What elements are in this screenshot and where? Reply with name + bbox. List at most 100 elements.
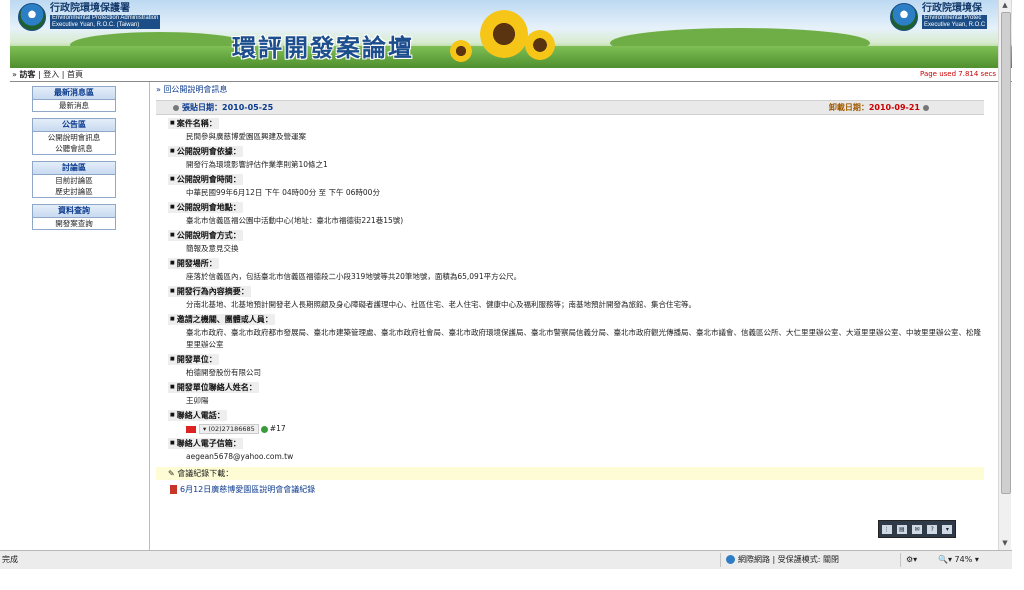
sidebar-item-history-discussion[interactable]: 歷史討論區	[33, 186, 115, 197]
zoom-level[interactable]: 🔍▾ 74% ▾	[938, 551, 979, 569]
browser-status-bar: 完成 網際網路 | 受保護模式: 關閉 ⚙▾ 🔍▾ 74% ▾	[0, 550, 1012, 569]
sidebar-item-project-query[interactable]: 開發案查詢	[33, 218, 115, 229]
pencil-icon: ✎	[168, 469, 175, 478]
vertical-scrollbar[interactable]: ▲ ▼	[998, 0, 1011, 550]
sidebar-section-title: 討論區	[33, 162, 115, 175]
field-value: 王卯陽	[186, 396, 209, 405]
org-name-en-2: Executive Yuan, R.O.C	[922, 22, 988, 29]
field-contact-phone: 聯絡人電話： ▾ (02)27186685 #17	[156, 410, 984, 435]
field-label: 聯絡人電子信箱：	[168, 438, 243, 449]
date-bar: 張貼日期：2010-05-25 卸載日期：2010-09-21	[156, 100, 984, 115]
field-label: 開發行為內容摘要：	[168, 286, 251, 297]
record-download-bar: ✎ 會議紀錄下載：	[156, 467, 984, 480]
post-date: 張貼日期：2010-05-25	[170, 101, 273, 114]
epa-logo-right[interactable]: 行政院環境保 Environmental Protec Executive Yu…	[890, 3, 988, 31]
field-summary: 開發行為內容摘要： 分南北基地、北基地預計開發老人長期照顧及身心障礙者護理中心、…	[156, 286, 984, 311]
sidebar-item-hearing-info[interactable]: 公聽會訊息	[33, 143, 115, 154]
field-label: 公開說明會方式：	[168, 230, 243, 241]
sidebar: 最新消息區 最新消息 公告區 公開說明會訊息 公聽會訊息 討論區 目前討論區 歷…	[32, 86, 116, 236]
field-time: 公開說明會時間： 中華民國99年6月12日 下午 04時00分 至 下午 06時…	[156, 174, 984, 199]
sunflower-image	[450, 40, 472, 62]
back-link-label: 回公開說明會訊息	[163, 85, 228, 94]
scroll-up-icon[interactable]: ▲	[999, 0, 1011, 11]
field-label: 公開說明會地點：	[168, 202, 243, 213]
help-icon[interactable]: ?	[927, 524, 938, 534]
field-location: 公開說明會地點： 臺北市信義區福公園中活動中心(地址：臺北市福德街221巷15號…	[156, 202, 984, 227]
epa-emblem-icon	[890, 3, 918, 31]
record-download-link[interactable]: 6月12日廣慈博愛園區說明會會議紀錄	[156, 484, 984, 496]
page-used-time: Page used 7.814 secs	[920, 70, 996, 78]
field-label: 聯絡人電話：	[168, 410, 227, 421]
phone-extension: #17	[269, 424, 286, 433]
field-value: 座落於信義區內，包括臺北市信義區福德段二小段319地號等共20筆地號，面積為65…	[186, 272, 522, 281]
sidebar-item-latest-news[interactable]: 最新消息	[33, 100, 115, 111]
field-value: ▾ (02)27186685 #17	[186, 423, 984, 435]
sidebar-item-briefing-info[interactable]: 公開說明會訊息	[33, 132, 115, 143]
field-site: 開發場所： 座落於信義區內，包括臺北市信義區福德段二小段319地號等共20筆地號…	[156, 258, 984, 283]
field-contact-name: 開發單位聯絡人姓名： 王卯陽	[156, 382, 984, 407]
main-content: » 回公開說明會訊息 張貼日期：2010-05-25 卸載日期：2010-09-…	[156, 84, 984, 496]
phone-call-icon[interactable]	[260, 425, 268, 433]
field-value: 臺北市信義區福公園中活動中心(地址：臺北市福德街221巷15號)	[186, 216, 404, 225]
field-method: 公開說明會方式： 簡報及意見交換	[156, 230, 984, 255]
epa-logo[interactable]: 行政院環境保護署 Environmental Protection Admini…	[18, 3, 161, 31]
field-value: 簡報及意見交換	[186, 244, 239, 253]
field-value: 中華民國99年6月12日 下午 04時00分 至 下午 06時00分	[186, 188, 380, 197]
sidebar-section-news: 最新消息區 最新消息	[32, 86, 116, 112]
field-label: 開發單位聯絡人姓名：	[168, 382, 259, 393]
sidebar-section-announcements: 公告區 公開說明會訊息 公聽會訊息	[32, 118, 116, 155]
dropdown-icon[interactable]: ▾	[942, 524, 953, 534]
bullet-icon	[173, 104, 179, 111]
print-icon[interactable]: ▤	[896, 524, 907, 534]
sidebar-section-title: 公告區	[33, 119, 115, 132]
sidebar-section-query: 資料查詢 開發案查詢	[32, 204, 116, 230]
floating-toolbar: ⋮ ▤ ✉ ? ▾	[878, 520, 956, 538]
grip-icon[interactable]: ⋮	[881, 524, 892, 534]
field-value: 開發行為環境影響評估作業準則第10條之1	[186, 160, 328, 169]
sidebar-section-title: 資料查詢	[33, 205, 115, 218]
field-value: 柏德開發股份有限公司	[186, 368, 261, 377]
epa-emblem-icon	[18, 3, 46, 31]
org-name-zh: 行政院環境保護署	[50, 3, 130, 14]
field-label: 公開說明會依據：	[168, 146, 243, 157]
org-name-zh: 行政院環境保	[922, 3, 982, 14]
popup-blocker-icon[interactable]: ⚙▾	[906, 551, 917, 569]
sidebar-item-current-discussion[interactable]: 目前討論區	[33, 175, 115, 186]
delete-date-value: 2010-09-21	[868, 103, 920, 112]
pdf-icon	[170, 485, 177, 494]
field-contact-email: 聯絡人電子信箱： aegean5678@yahoo.com.tw	[156, 438, 984, 463]
field-label: 公開說明會時間：	[168, 174, 243, 185]
content-divider	[149, 82, 150, 550]
scrollbar-thumb[interactable]	[1001, 12, 1011, 494]
sunflower-image	[480, 10, 528, 58]
top-nav: » 訪客 | 登入 | 首頁 Page used 7.814 secs	[10, 68, 1012, 82]
org-name-en-1: Environmental Protection Administration	[50, 15, 161, 22]
globe-icon	[726, 555, 735, 564]
security-zone[interactable]: 網際網路 | 受保護模式: 關閉	[726, 551, 839, 569]
nav-link-home[interactable]: 首頁	[67, 70, 83, 79]
site-title: 環評開發案論壇	[232, 33, 414, 62]
back-link[interactable]: » 回公開說明會訊息	[156, 84, 984, 96]
record-link-label: 6月12日廣慈博愛園區說明會會議紀錄	[180, 485, 316, 494]
record-download-label: 會議紀錄下載：	[177, 469, 234, 478]
email-icon[interactable]: ✉	[911, 524, 922, 534]
field-label: 案件名稱：	[168, 118, 219, 129]
field-case-name: 案件名稱： 民間參與廣慈博愛園區興建及營運案	[156, 118, 984, 143]
field-invitees: 邀請之機關、團體或人員： 臺北市政府、臺北市政府都市發展局、臺北市建築管理處、臺…	[156, 314, 984, 351]
field-label: 開發場所：	[168, 258, 219, 269]
scroll-down-icon[interactable]: ▼	[999, 538, 1011, 549]
org-name-en-2: Executive Yuan, R.O.C. (Taiwan)	[50, 22, 161, 29]
sidebar-section-title: 最新消息區	[33, 87, 115, 100]
phone-number[interactable]: ▾ (02)27186685	[199, 424, 259, 434]
field-value: 分南北基地、北基地預計開發老人長期照顧及身心障礙者護理中心、社區住宅、老人住宅、…	[186, 300, 696, 309]
nav-link-login[interactable]: 登入	[43, 70, 59, 79]
field-value: aegean5678@yahoo.com.tw	[186, 452, 294, 461]
delete-date: 卸載日期：2010-09-21	[829, 101, 932, 114]
field-label: 邀請之機關、團體或人員：	[168, 314, 275, 325]
browser-viewport: 行政院環境保護署 Environmental Protection Admini…	[0, 0, 1012, 550]
sunflower-image	[525, 30, 555, 60]
nav-link-guest[interactable]: 訪客	[19, 70, 35, 79]
site-banner: 行政院環境保護署 Environmental Protection Admini…	[10, 0, 1012, 68]
org-name-en-1: Environmental Protec	[922, 15, 988, 22]
bullet-icon	[923, 104, 929, 111]
